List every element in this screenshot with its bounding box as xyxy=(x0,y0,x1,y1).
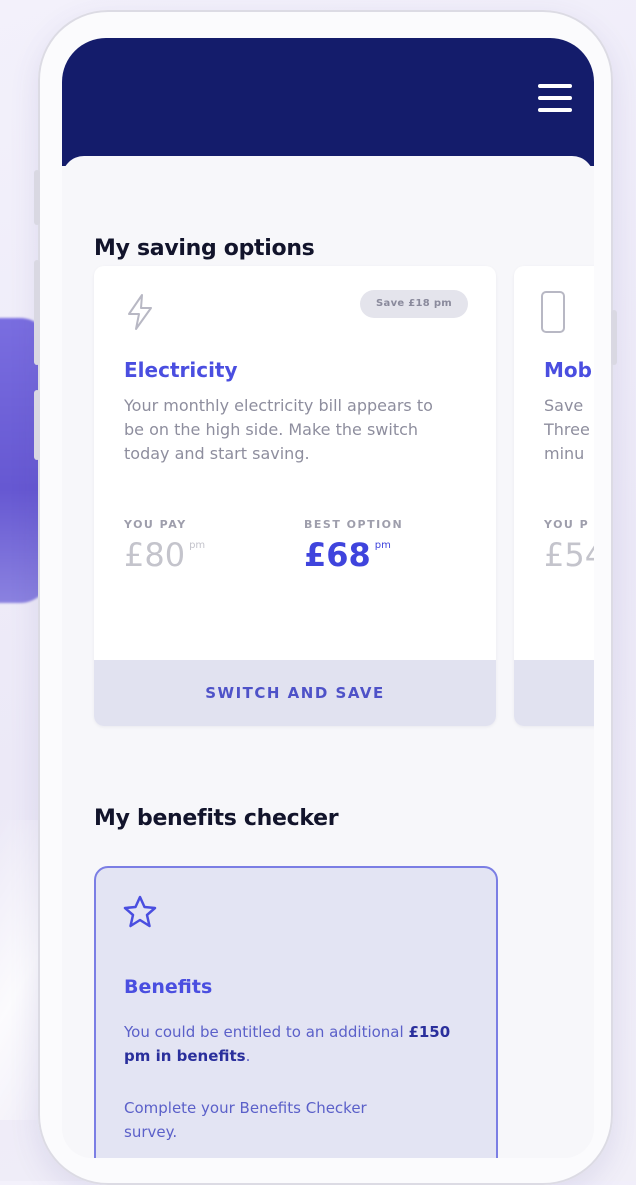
benefits-card[interactable]: Benefits You could be entitled to an add… xyxy=(94,866,498,1158)
phone-side-button xyxy=(34,170,40,225)
switch-and-save-button[interactable]: SWITCH AND SAVE xyxy=(94,660,496,726)
best-option-label: BEST OPTION xyxy=(304,518,404,531)
you-pay-price: £80 pm xyxy=(124,536,206,574)
mobile-card: Mob Save Three minu YOU P £54 xyxy=(514,266,594,726)
benefits-card-secondary-text: Complete your Benefits Checker survey. xyxy=(124,1099,367,1141)
star-icon xyxy=(122,894,158,934)
phone-side-button xyxy=(34,390,40,460)
you-pay-price-mobile: £54 xyxy=(544,536,594,574)
benefits-checker-title: My benefits checker xyxy=(94,806,339,831)
save-badge: Save £18 pm xyxy=(360,290,468,318)
app-header xyxy=(62,38,594,166)
electricity-card: Save £18 pm Electricity Your monthly ele… xyxy=(94,266,496,726)
card-title-electricity: Electricity xyxy=(124,358,238,382)
benefits-card-title: Benefits xyxy=(124,976,213,998)
main-content: My saving options Save £18 pm Electricit… xyxy=(62,156,594,1158)
hamburger-menu-icon[interactable] xyxy=(538,84,572,112)
card-description: Your monthly electricity bill appears to… xyxy=(124,396,433,463)
card-title-mobile: Mob xyxy=(544,358,592,382)
you-pay-label: YOU PAY xyxy=(124,518,187,531)
benefits-card-text: You could be entitled to an additional £… xyxy=(124,1023,451,1065)
card-description-mobile: Save Three minu xyxy=(544,396,590,463)
phone-side-button xyxy=(611,310,617,365)
switch-and-save-button-mobile[interactable] xyxy=(514,660,594,726)
phone-side-button xyxy=(34,260,40,365)
app-screen: My saving options Save £18 pm Electricit… xyxy=(62,38,594,1158)
best-option-price: £68 pm xyxy=(304,536,391,574)
lightning-icon xyxy=(122,292,158,336)
you-pay-label-mobile: YOU P xyxy=(544,518,590,531)
saving-options-title: My saving options xyxy=(94,236,315,261)
mobile-phone-icon xyxy=(540,290,566,338)
